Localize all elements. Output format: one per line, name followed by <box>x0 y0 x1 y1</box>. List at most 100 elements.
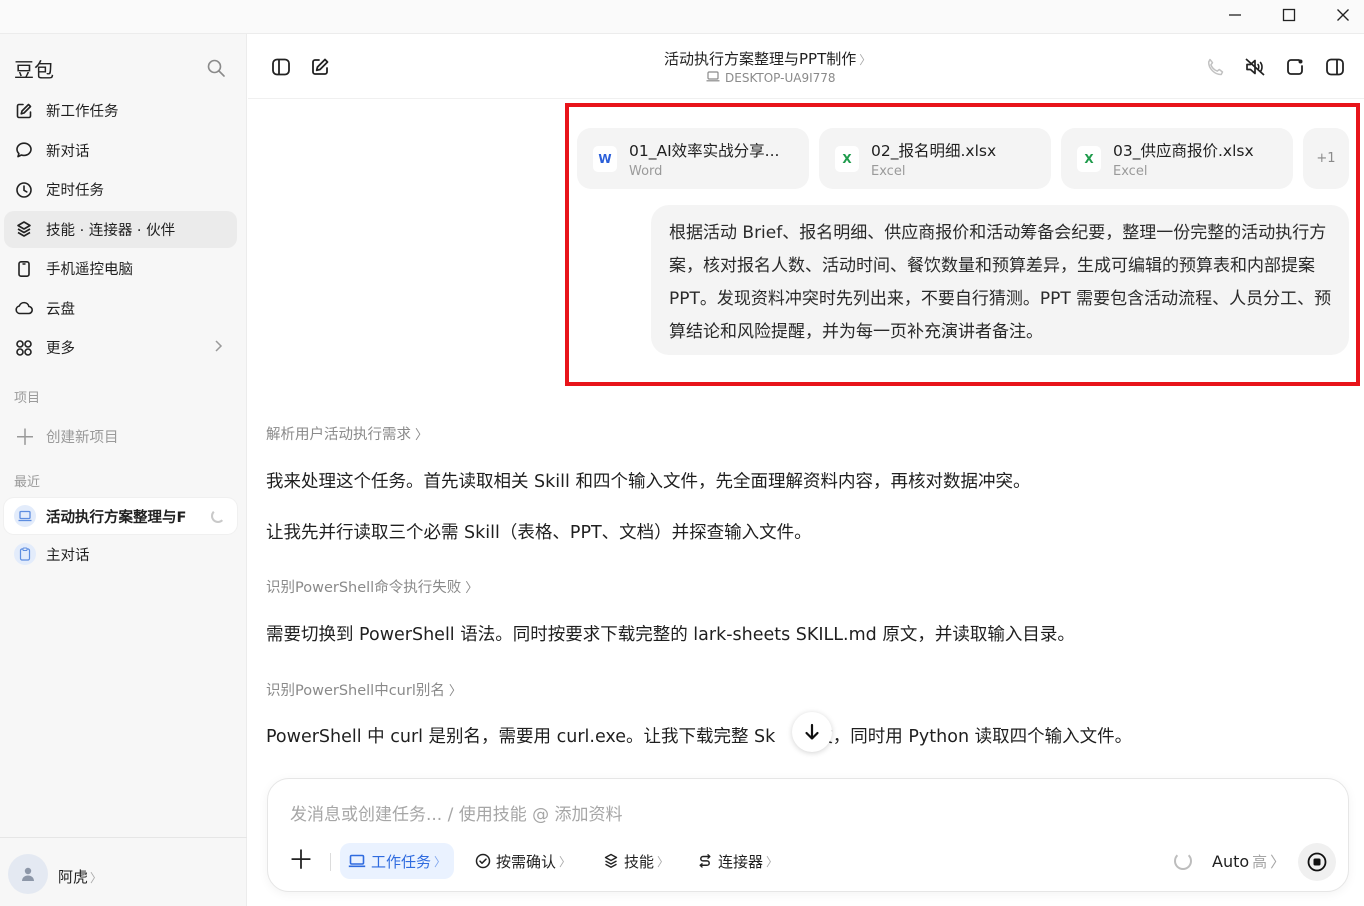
highlight-annotation-box <box>565 103 1360 386</box>
chevron-right-icon: 〉 <box>766 854 779 869</box>
create-project-button[interactable]: ＋ 创建新项目 <box>14 420 119 452</box>
new-chat-edit-icon[interactable] <box>309 56 331 78</box>
chevron-right-icon: 〉 <box>465 581 479 596</box>
chip-label: 连接器 <box>718 852 764 871</box>
sidebar-item-new-task[interactable]: 新工作任务 <box>4 92 237 129</box>
thinking-step-label: 识别PowerShell中curl别名 <box>266 683 445 699</box>
brand-logo-text: 豆包 <box>14 58 54 82</box>
sidebar-item-new-chat[interactable]: 新对话 <box>4 132 237 169</box>
thinking-step-label: 解析用户活动执行需求 <box>266 427 411 443</box>
divider <box>330 853 331 871</box>
sidebar-item-label: 新工作任务 <box>46 104 119 120</box>
share-screen-icon[interactable] <box>1284 56 1306 78</box>
laptop-icon <box>348 854 366 868</box>
chevron-right-icon: 〉 <box>90 871 103 885</box>
sidebar-item-remote-control[interactable]: 手机遥控电脑 <box>4 250 237 287</box>
work-task-toggle[interactable]: 工作任务〉 <box>340 843 455 879</box>
chip-label: 技能 <box>624 852 655 871</box>
add-attachment-button[interactable]: ＋ <box>288 848 314 874</box>
sidebar-toggle-icon[interactable] <box>270 56 292 78</box>
chevron-right-icon <box>213 339 223 357</box>
chevron-right-icon: 〉 <box>434 854 447 869</box>
arrow-down-icon <box>805 723 819 740</box>
thinking-step-label: 识别PowerShell命令执行失败 <box>266 580 462 596</box>
edit-icon <box>14 101 34 121</box>
maximize-icon[interactable] <box>1262 0 1316 30</box>
connector-icon <box>697 853 713 869</box>
create-project-label: 创建新项目 <box>46 429 119 446</box>
chevron-right-icon: 〉 <box>415 428 429 443</box>
layers-icon <box>14 219 34 239</box>
sidebar-item-label: 更多 <box>46 341 75 357</box>
sidebar-item-label: 新对话 <box>46 143 90 160</box>
clock-icon <box>14 180 34 200</box>
message-composer[interactable]: 发消息或创建任务... / 使用技能 @ 添加资料 ＋ 工作任务〉 按需确认〉 … <box>267 778 1349 892</box>
sidebar-item-skills[interactable]: 技能 · 连接器 · 伙伴 <box>4 210 237 248</box>
conversation-title[interactable]: 活动执行方案整理与PPT制作〉 <box>664 48 871 69</box>
cloud-icon <box>14 298 34 318</box>
assistant-message: PowerShell 中 curl 是别名，需要用 curl.exe。让我下载完… <box>266 723 1132 748</box>
sidebar-item-cloud-drive[interactable]: 云盘 <box>4 290 237 327</box>
device-name: DESKTOP-UA9I778 <box>725 71 836 85</box>
right-panel-toggle-icon[interactable] <box>1324 56 1346 78</box>
recent-item[interactable]: 主对话 <box>4 536 237 572</box>
minimize-icon[interactable] <box>1208 0 1262 30</box>
search-icon[interactable] <box>206 58 226 78</box>
plus-icon: ＋ <box>14 426 37 451</box>
sidebar-item-label: 定时任务 <box>46 183 104 199</box>
device-indicator: DESKTOP-UA9I778 <box>706 71 836 85</box>
conversation-header: 活动执行方案整理与PPT制作〉 DESKTOP-UA9I778 <box>248 34 1364 99</box>
assistant-message: 我来处理这个任务。首先读取相关 Skill 和四个输入文件，先全面理解资料内容，… <box>266 472 1031 492</box>
layers-icon <box>603 853 619 869</box>
sidebar-item-more[interactable]: 更多 <box>4 329 237 366</box>
recent-item-label: 主对话 <box>46 547 90 564</box>
sidebar-item-label: 技能 · 连接器 · 伙伴 <box>46 222 176 239</box>
connectors-selector[interactable]: 连接器〉 <box>689 843 786 879</box>
model-level-label: 高 <box>1252 853 1268 871</box>
chevron-right-icon: 〉 <box>559 854 572 869</box>
chevron-right-icon: 〉 <box>657 854 670 869</box>
assistant-message-part: PowerShell 中 curl 是别名，需要用 curl.exe。让我下载完… <box>266 727 776 747</box>
scroll-down-button[interactable] <box>792 712 832 752</box>
conversation-title-text: 活动执行方案整理与PPT制作 <box>664 50 857 68</box>
laptop-icon <box>706 71 720 85</box>
sidebar-item-scheduled-task[interactable]: 定时任务 <box>4 171 237 208</box>
grid-icon <box>14 338 34 358</box>
chip-label: 按需确认 <box>496 852 557 871</box>
thinking-step[interactable]: 识别PowerShell中curl别名〉 <box>266 679 462 700</box>
sidebar-item-label: 云盘 <box>46 301 75 318</box>
chevron-right-icon: 〉 <box>859 53 872 67</box>
loading-spinner-icon <box>211 509 225 523</box>
chevron-right-icon: 〉 <box>448 684 462 699</box>
recent-section-label: 最近 <box>14 475 41 490</box>
chip-label: 工作任务 <box>371 852 432 871</box>
thinking-step[interactable]: 解析用户活动执行需求〉 <box>266 423 428 444</box>
thinking-step[interactable]: 识别PowerShell命令执行失败〉 <box>266 576 478 597</box>
model-selector[interactable]: Auto 高〉 <box>1212 851 1285 872</box>
user-profile[interactable]: 阿虎〉 <box>0 837 247 906</box>
phone-icon <box>14 259 34 279</box>
message-input[interactable]: 发消息或创建任务... / 使用技能 @ 添加资料 <box>290 800 623 825</box>
assistant-message: 让我先并行读取三个必需 Skill（表格、PPT、文档）并探查输入文件。 <box>266 523 812 543</box>
window-titlebar <box>0 0 1364 34</box>
skills-selector[interactable]: 技能〉 <box>595 843 677 879</box>
laptop-icon <box>14 505 36 527</box>
confirm-mode-selector[interactable]: 按需确认〉 <box>467 843 579 879</box>
recent-item-label: 活动执行方案整理与F <box>46 509 187 526</box>
sidebar: 豆包 新工作任务 新对话 定时任务 技能 · 连接器 · 伙伴 手机遥控电脑 云… <box>0 34 247 906</box>
loading-spinner-icon <box>1174 852 1192 870</box>
username[interactable]: 阿虎〉 <box>58 866 102 887</box>
sidebar-nav: 新工作任务 新对话 定时任务 技能 · 连接器 · 伙伴 手机遥控电脑 云盘 更… <box>4 92 237 369</box>
recent-item-active[interactable]: 活动执行方案整理与F <box>4 498 237 534</box>
assistant-message: 需要切换到 PowerShell 语法。同时按要求下载完整的 lark-shee… <box>266 625 1075 645</box>
chevron-right-icon: 〉 <box>1270 853 1286 871</box>
close-icon[interactable] <box>1316 0 1364 30</box>
avatar[interactable] <box>8 854 48 894</box>
phone-call-icon[interactable] <box>1204 56 1226 78</box>
username-label: 阿虎 <box>58 868 89 886</box>
speaker-mute-icon[interactable] <box>1244 56 1266 78</box>
projects-section-label: 项目 <box>14 391 41 406</box>
sidebar-item-label: 手机遥控电脑 <box>46 262 133 278</box>
stop-record-button[interactable] <box>1298 843 1336 881</box>
chat-bubble-icon <box>14 140 34 160</box>
